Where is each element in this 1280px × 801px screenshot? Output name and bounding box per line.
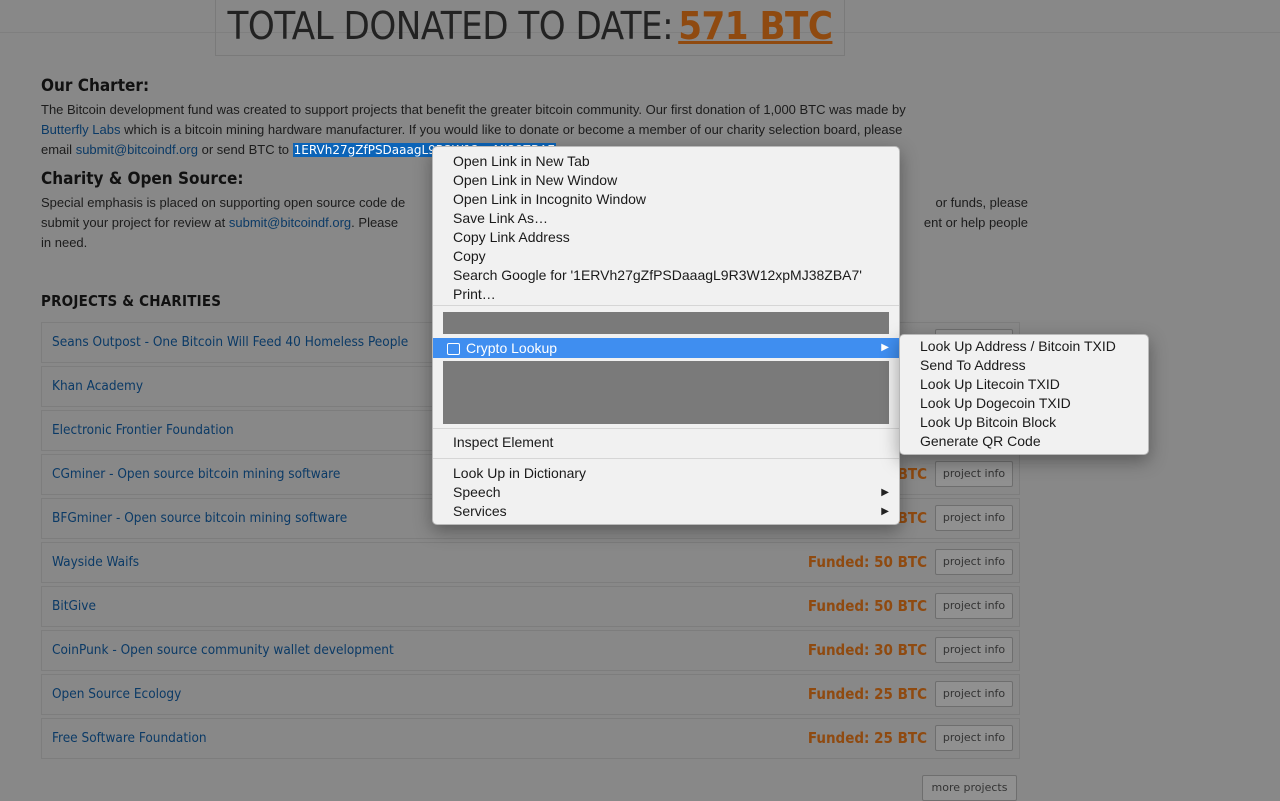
charter-line-1: The Bitcoin development fund was created… xyxy=(41,102,906,117)
project-info-button[interactable]: project info xyxy=(935,725,1013,751)
menu-item-inspect-element[interactable]: Inspect Element xyxy=(433,433,899,452)
menu-item-speech[interactable]: Speech ▶ xyxy=(433,483,899,502)
project-name-link[interactable]: BitGive xyxy=(52,598,96,614)
butterfly-labs-link[interactable]: Butterfly Labs xyxy=(41,122,121,137)
project-name-link[interactable]: Open Source Ecology xyxy=(52,686,181,702)
charity-paragraph-left: Special emphasis is placed on supporting… xyxy=(41,193,431,253)
speech-label: Speech xyxy=(453,484,501,500)
submenu-item-send-to-address[interactable]: Send To Address xyxy=(900,356,1148,375)
charter-email-prefix: email xyxy=(41,142,76,157)
context-menu: Open Link in New Tab Open Link in New Win… xyxy=(432,146,900,525)
menu-item-print[interactable]: Print… xyxy=(433,285,899,304)
charter-line-2: which is a bitcoin mining hardware manuf… xyxy=(120,122,903,137)
charity-line-3: in need. xyxy=(41,235,88,250)
project-info-button[interactable]: project info xyxy=(935,461,1013,487)
page: TOTAL DONATED TO DATE: 571 BTC Our Chart… xyxy=(0,0,1280,801)
project-info-button[interactable]: project info xyxy=(935,637,1013,663)
submenu-arrow-icon: ▶ xyxy=(881,342,889,353)
submenu-item-look-up-address-txid[interactable]: Look Up Address / Bitcoin TXID xyxy=(900,337,1148,356)
obscured-menu-section xyxy=(443,361,889,424)
project-funded-amount: Funded: 25 BTC xyxy=(807,729,927,747)
submenu-item-look-up-bitcoin-block[interactable]: Look Up Bitcoin Block xyxy=(900,413,1148,432)
menu-item-open-link-incognito[interactable]: Open Link in Incognito Window xyxy=(433,190,899,209)
total-donated-amount[interactable]: 571 BTC xyxy=(678,4,833,48)
menu-item-look-up-dictionary[interactable]: Look Up in Dictionary xyxy=(433,464,899,483)
project-funded-amount: BTC xyxy=(897,509,927,527)
charity-line-2a: submit your project for review at xyxy=(41,215,229,230)
project-funded-amount: Funded: 50 BTC xyxy=(807,553,927,571)
project-info-button[interactable]: project info xyxy=(935,505,1013,531)
charity-email-link[interactable]: submit@bitcoindf.org xyxy=(229,215,351,230)
obscured-menu-section xyxy=(443,312,889,334)
menu-item-search-google[interactable]: Search Google for '1ERVh27gZfPSDaaagL9R3… xyxy=(433,266,899,285)
project-row: Wayside Waifs Funded: 50 BTC project info xyxy=(41,542,1020,583)
charity-line-2c: ent or help people xyxy=(923,215,1028,230)
charity-heading: Charity & Open Source: xyxy=(41,169,244,189)
project-name-link[interactable]: Electronic Frontier Foundation xyxy=(52,422,234,438)
projects-heading: PROJECTS & CHARITIES xyxy=(41,292,222,310)
crypto-lookup-label: Crypto Lookup xyxy=(466,340,558,356)
project-name-link[interactable]: CoinPunk - Open source community wallet … xyxy=(52,642,394,658)
charter-heading: Our Charter: xyxy=(41,76,150,96)
project-funded-amount: BTC xyxy=(897,465,927,483)
charity-line-2b: . Please xyxy=(351,215,399,230)
submenu-arrow-icon: ▶ xyxy=(881,506,889,517)
total-donated-label: TOTAL DONATED TO DATE: xyxy=(227,4,674,48)
menu-separator xyxy=(433,428,899,429)
menu-item-crypto-lookup[interactable]: Crypto Lookup ▶ xyxy=(433,338,899,358)
donation-total-banner: TOTAL DONATED TO DATE: 571 BTC xyxy=(215,0,845,56)
menu-item-open-link-new-tab[interactable]: Open Link in New Tab xyxy=(433,152,899,171)
menu-item-copy-link-address[interactable]: Copy Link Address xyxy=(433,228,899,247)
charity-paragraph-right: or funds, please ent or help people xyxy=(898,193,1028,233)
charter-send-text: or send BTC to xyxy=(198,142,293,157)
project-row: CoinPunk - Open source community wallet … xyxy=(41,630,1020,671)
submenu-item-look-up-litecoin-txid[interactable]: Look Up Litecoin TXID xyxy=(900,375,1148,394)
project-row: BitGive Funded: 50 BTC project info xyxy=(41,586,1020,627)
menu-item-services[interactable]: Services ▶ xyxy=(433,502,899,521)
submenu-item-look-up-dogecoin-txid[interactable]: Look Up Dogecoin TXID xyxy=(900,394,1148,413)
project-name-link[interactable]: Seans Outpost - One Bitcoin Will Feed 40… xyxy=(52,334,408,350)
project-funded-amount: Funded: 30 BTC xyxy=(807,641,927,659)
submenu-arrow-icon: ▶ xyxy=(881,487,889,498)
crypto-lookup-submenu: Look Up Address / Bitcoin TXID Send To Ad… xyxy=(899,334,1149,455)
project-name-link[interactable]: Wayside Waifs xyxy=(52,554,139,570)
more-projects-button[interactable]: more projects xyxy=(922,775,1017,801)
menu-separator xyxy=(433,305,899,306)
charity-line-1b: or funds, please xyxy=(935,195,1028,210)
menu-item-save-link-as[interactable]: Save Link As… xyxy=(433,209,899,228)
project-row: Open Source Ecology Funded: 25 BTC project… xyxy=(41,674,1020,715)
menu-separator xyxy=(433,458,899,459)
menu-item-copy[interactable]: Copy xyxy=(433,247,899,266)
project-name-link[interactable]: CGminer - Open source bitcoin mining sof… xyxy=(52,466,340,482)
project-info-button[interactable]: project info xyxy=(935,593,1013,619)
project-info-button[interactable]: project info xyxy=(935,681,1013,707)
crypto-lookup-icon xyxy=(447,343,460,355)
project-funded-amount: Funded: 25 BTC xyxy=(807,685,927,703)
project-info-button[interactable]: project info xyxy=(935,549,1013,575)
project-row: Free Software Foundation Funded: 25 BTC pr… xyxy=(41,718,1020,759)
project-name-link[interactable]: Khan Academy xyxy=(52,378,143,394)
services-label: Services xyxy=(453,503,507,519)
submenu-item-generate-qr-code[interactable]: Generate QR Code xyxy=(900,432,1148,451)
project-funded-amount: Funded: 50 BTC xyxy=(807,597,927,615)
charity-line-1a: Special emphasis is placed on supporting… xyxy=(41,195,406,210)
project-name-link[interactable]: Free Software Foundation xyxy=(52,730,207,746)
charter-email-link[interactable]: submit@bitcoindf.org xyxy=(76,142,198,157)
project-name-link[interactable]: BFGminer - Open source bitcoin mining so… xyxy=(52,510,347,526)
menu-item-open-link-new-window[interactable]: Open Link in New Window xyxy=(433,171,899,190)
